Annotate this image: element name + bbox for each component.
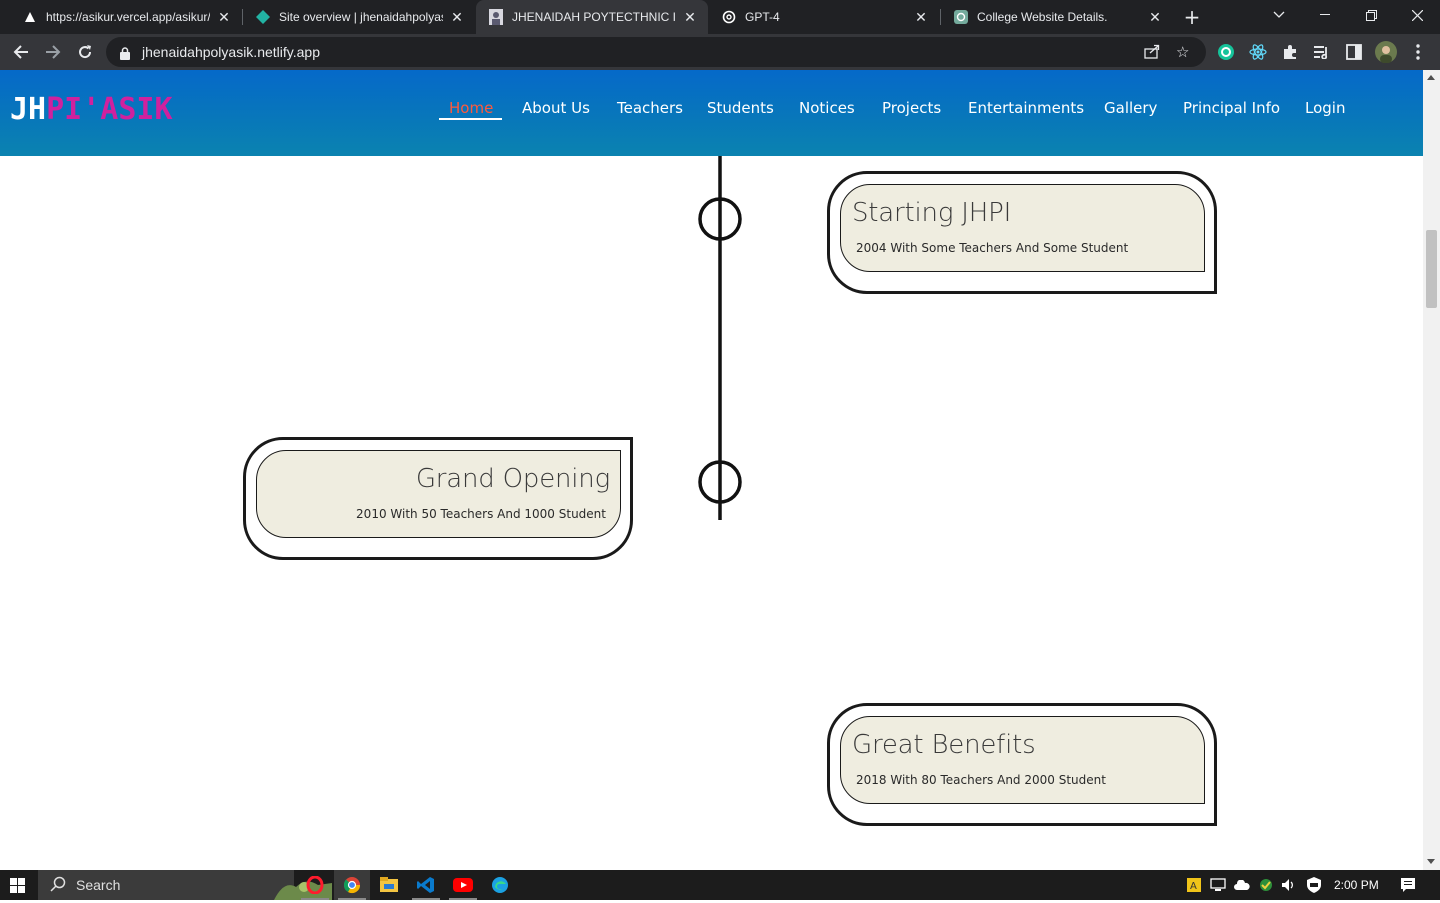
browser-tab[interactable]: Site overview | jhenaidahpolyasik ✕: [243, 0, 475, 34]
browser-tab[interactable]: College Website Details. ✕: [941, 0, 1173, 34]
network-icon[interactable]: [1209, 877, 1227, 893]
opera-icon[interactable]: [297, 870, 333, 900]
timeline-card: Starting JHPI 2004 With Some Teachers An…: [827, 171, 1217, 294]
nav-teachers[interactable]: Teachers: [617, 99, 683, 117]
vercel-triangle-icon: [22, 9, 38, 25]
extensions-puzzle-icon[interactable]: [1277, 39, 1303, 65]
openai-icon: [721, 9, 737, 25]
window-close-icon[interactable]: [1394, 0, 1440, 30]
nav-gallery[interactable]: Gallery: [1104, 99, 1157, 117]
netlify-diamond-icon: [255, 9, 271, 25]
restore-icon[interactable]: [1348, 0, 1394, 30]
react-devtools-icon[interactable]: [1245, 39, 1271, 65]
close-icon[interactable]: ✕: [449, 9, 465, 25]
media-queue-icon[interactable]: [1309, 39, 1335, 65]
close-icon[interactable]: ✕: [216, 9, 232, 25]
new-tab-button[interactable]: +: [1180, 5, 1204, 29]
taskbar-search-box[interactable]: Search: [38, 870, 332, 900]
edge-icon[interactable]: [482, 870, 518, 900]
volume-icon[interactable]: [1280, 877, 1298, 893]
youtube-icon[interactable]: [445, 870, 481, 900]
chrome-icon[interactable]: [334, 870, 370, 900]
bookmark-star-icon[interactable]: ☆: [1176, 43, 1189, 61]
site-favicon-icon: [488, 9, 504, 25]
timeline-card-inner: Starting JHPI 2004 With Some Teachers An…: [840, 184, 1205, 272]
event-description: 2004 With Some Teachers And Some Student: [856, 241, 1129, 255]
timeline-card: Great Benefits 2018 With 80 Teachers And…: [827, 703, 1217, 826]
page-scrollbar[interactable]: [1423, 70, 1440, 870]
nav-projects[interactable]: Projects: [882, 99, 941, 117]
notifications-icon[interactable]: [1398, 877, 1418, 893]
back-arrow-icon[interactable]: [8, 39, 34, 65]
browser-tab-strip: https://asikur.vercel.app/asikur/ ✕ Site…: [0, 0, 1440, 34]
event-title: Grand Opening: [415, 464, 610, 494]
grammarly-extension-icon[interactable]: [1213, 39, 1239, 65]
scroll-up-icon[interactable]: [1427, 75, 1435, 80]
nav-home[interactable]: Home: [449, 99, 493, 117]
event-description: 2010 With 50 Teachers And 1000 Student: [356, 507, 606, 521]
nav-students[interactable]: Students: [707, 99, 774, 117]
browser-tab[interactable]: GPT-4 ✕: [709, 0, 939, 34]
site-logo[interactable]: JHPI'ASIK: [10, 92, 173, 127]
security-icon[interactable]: [1257, 877, 1275, 893]
browser-menu-icon[interactable]: [1405, 39, 1431, 65]
timeline-card: Grand Opening 2010 With 50 Teachers And …: [243, 437, 633, 560]
nav-login[interactable]: Login: [1305, 99, 1345, 117]
close-icon[interactable]: ✕: [913, 9, 929, 25]
taskbar-search-label: Search: [76, 877, 121, 893]
site-navbar: JHPI'ASIK Home About Us Teachers Student…: [0, 70, 1423, 156]
taskbar-clock[interactable]: 2:00 PM: [1334, 878, 1379, 892]
nav-principal-info[interactable]: Principal Info: [1183, 99, 1280, 117]
vscode-icon[interactable]: [408, 870, 444, 900]
tab-title: Site overview | jhenaidahpolyasik: [279, 10, 443, 24]
address-bar[interactable]: jhenaidahpolyasik.netlify.app ☆: [106, 37, 1206, 67]
windows-start-icon[interactable]: [10, 878, 25, 897]
search-icon: [50, 876, 66, 895]
event-title: Great Benefits: [852, 730, 1036, 760]
scroll-thumb[interactable]: [1426, 230, 1437, 308]
logo-part-2: PI'ASIK: [46, 92, 173, 127]
font-icon[interactable]: A: [1186, 877, 1202, 893]
close-icon[interactable]: ✕: [1147, 9, 1163, 25]
timeline-card-inner: Grand Opening 2010 With 50 Teachers And …: [256, 450, 621, 538]
browser-tab[interactable]: https://asikur.vercel.app/asikur/ ✕: [10, 0, 242, 34]
tab-title: College Website Details.: [977, 10, 1108, 24]
logo-part-1: JH: [10, 92, 47, 127]
timeline-card-inner: Great Benefits 2018 With 80 Teachers And…: [840, 716, 1205, 804]
scroll-down-icon[interactable]: [1427, 859, 1435, 864]
nav-entertainments[interactable]: Entertainments: [968, 99, 1084, 117]
event-title: Starting JHPI: [852, 198, 1012, 228]
browser-toolbar: jhenaidahpolyasik.netlify.app ☆: [0, 34, 1440, 70]
tab-title: JHENAIDAH POYTECTHNIC INSTITUTE: [512, 10, 676, 24]
tab-title: GPT-4: [745, 10, 780, 24]
tab-title: https://asikur.vercel.app/asikur/: [46, 10, 210, 24]
profile-avatar-icon[interactable]: [1373, 39, 1399, 65]
chatgpt-icon: [953, 9, 969, 25]
side-panel-icon[interactable]: [1341, 39, 1367, 65]
minimize-icon[interactable]: [1302, 0, 1348, 30]
event-description: 2018 With 80 Teachers And 2000 Student: [856, 773, 1106, 787]
reload-icon[interactable]: [72, 39, 98, 65]
nav-about-us[interactable]: About Us: [522, 99, 590, 117]
tab-search-chevron-icon[interactable]: [1256, 0, 1302, 30]
forward-arrow-icon[interactable]: [40, 39, 66, 65]
lock-icon: [120, 45, 130, 64]
file-explorer-icon[interactable]: [371, 870, 407, 900]
nav-active-underline: [439, 118, 502, 120]
close-icon[interactable]: ✕: [682, 9, 698, 25]
nav-notices[interactable]: Notices: [799, 99, 855, 117]
page-viewport: Starting JHPI 2004 With Some Teachers An…: [0, 70, 1440, 870]
defender-icon[interactable]: [1305, 877, 1323, 893]
url-text: jhenaidahpolyasik.netlify.app: [142, 44, 320, 60]
windows-taskbar: Search A 2:00 PM: [0, 870, 1440, 900]
svg-text:A: A: [1190, 881, 1197, 892]
browser-tab-active[interactable]: JHENAIDAH POYTECTHNIC INSTITUTE ✕: [476, 0, 708, 34]
onedrive-icon[interactable]: [1233, 877, 1251, 893]
share-icon[interactable]: [1144, 44, 1160, 63]
